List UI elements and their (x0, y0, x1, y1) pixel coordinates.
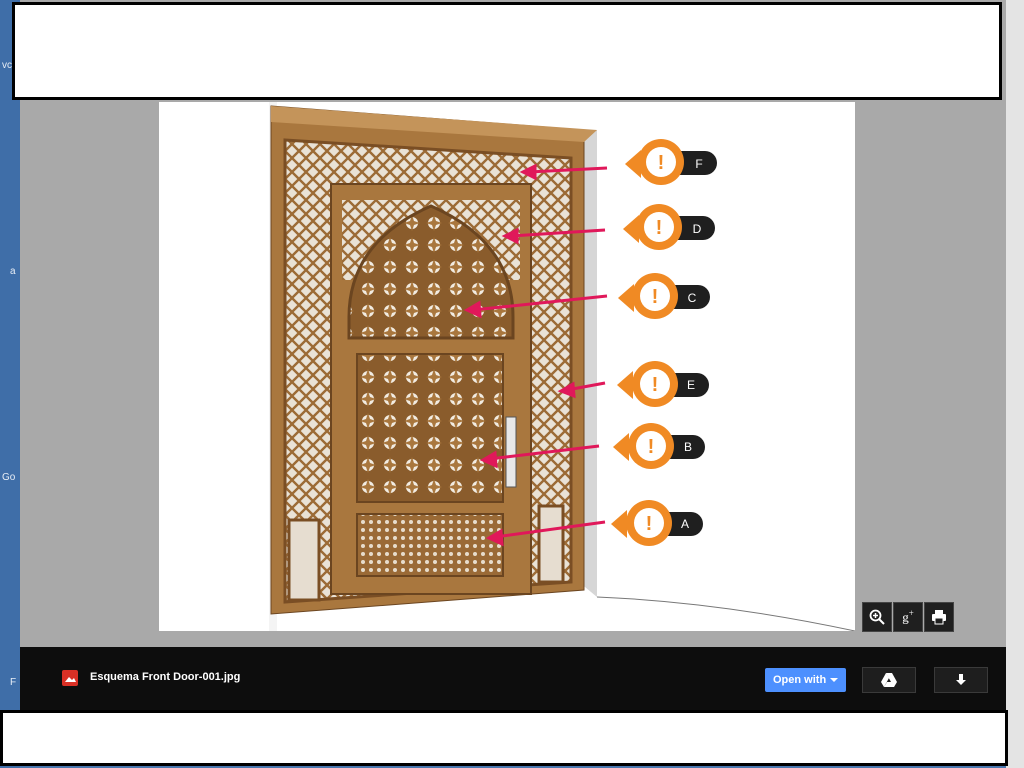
zoom-in-button[interactable] (862, 602, 892, 632)
redacted-region (0, 710, 1008, 766)
file-bar: Esquema Front Door-001.jpg Open with (20, 647, 1006, 710)
callout-d: ! D (623, 204, 715, 250)
svg-text:!: ! (656, 217, 663, 239)
svg-text:!: ! (648, 436, 655, 458)
callout-a: ! A (611, 500, 703, 546)
redacted-region (12, 2, 1002, 100)
callout-b: ! B (613, 423, 705, 469)
image-toolbar: g+ (862, 602, 954, 632)
google-plus-button[interactable]: g+ (893, 602, 923, 632)
background-text: Go (2, 472, 16, 483)
callout-f: ! F (625, 139, 717, 185)
open-with-label: Open with (773, 674, 827, 686)
open-with-button[interactable]: Open with (765, 668, 847, 692)
background-text: F (10, 677, 17, 688)
callout-e: ! E (617, 361, 709, 407)
file-name: Esquema Front Door-001.jpg (90, 671, 241, 683)
print-button[interactable] (924, 602, 954, 632)
svg-text:!: ! (646, 513, 653, 535)
svg-text:!: ! (652, 286, 659, 308)
callout-label: C (688, 291, 697, 305)
callout-label: B (684, 440, 692, 454)
callout-label: D (693, 222, 702, 236)
callout-label: E (687, 378, 695, 392)
background-text: vc (2, 60, 12, 71)
download-icon (956, 674, 966, 685)
callout-label: A (681, 517, 689, 531)
callout-label: F (695, 157, 702, 171)
callout-c: ! C (618, 273, 710, 319)
background-text: a (10, 266, 16, 277)
google-plus-icon: g+ (902, 608, 914, 625)
print-icon (932, 610, 946, 625)
download-button[interactable] (934, 667, 988, 693)
drive-icon (881, 673, 897, 687)
svg-text:!: ! (652, 374, 659, 396)
scrollbar[interactable] (1006, 0, 1024, 768)
svg-text:!: ! (658, 152, 665, 174)
door-image: ! F ! D ! C ! E ! B ! A (159, 102, 855, 631)
chevron-down-icon (830, 678, 839, 682)
background-window-edge: vc a Go F (0, 0, 20, 768)
zoom-in-icon (869, 609, 885, 625)
save-to-drive-button[interactable] (862, 667, 916, 693)
image-file-icon (62, 670, 78, 686)
